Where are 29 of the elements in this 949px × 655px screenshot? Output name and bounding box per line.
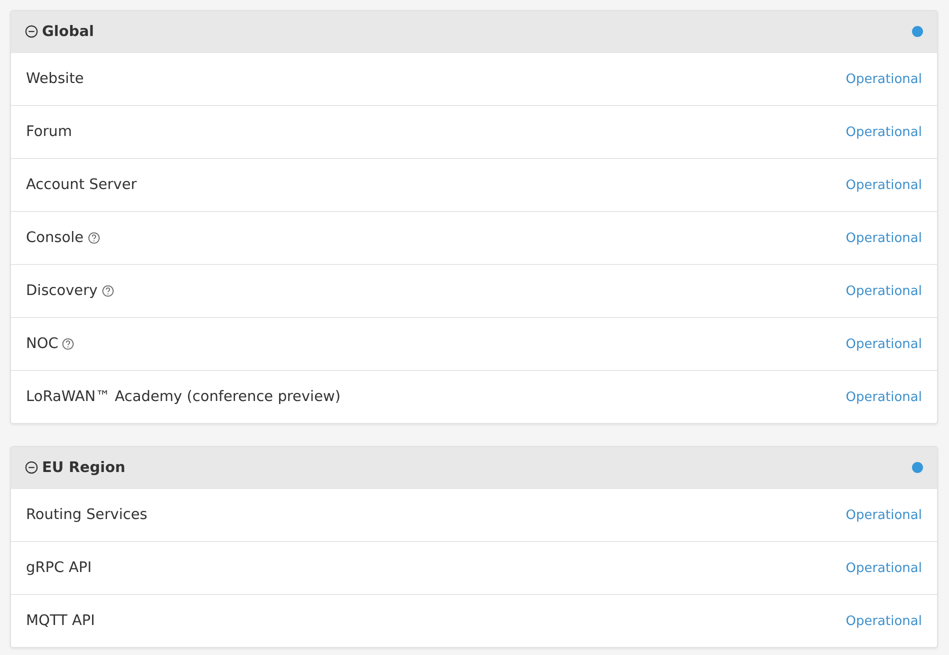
status-label: Operational bbox=[846, 560, 922, 576]
status-label: Operational bbox=[846, 284, 922, 298]
status-label: Operational bbox=[846, 124, 922, 140]
panel-header[interactable]: EU Region bbox=[11, 447, 937, 488]
status-label: Operational bbox=[846, 336, 922, 352]
component-name: Routing Services bbox=[26, 507, 148, 523]
status-label: Operational bbox=[846, 178, 922, 192]
help-icon[interactable] bbox=[62, 338, 74, 350]
status-label: Operational bbox=[846, 230, 922, 246]
collapse-icon[interactable] bbox=[25, 25, 38, 38]
component-name: MQTT API bbox=[26, 613, 95, 629]
status-label: Operational bbox=[846, 508, 922, 522]
group-title: Global bbox=[42, 24, 95, 40]
status-label: Operational bbox=[846, 72, 922, 86]
component-name: Forum bbox=[26, 124, 72, 140]
component-name: Discovery bbox=[26, 283, 98, 299]
status-label: Operational bbox=[846, 390, 922, 404]
component-name: gRPC API bbox=[26, 560, 92, 576]
help-icon[interactable] bbox=[88, 232, 100, 244]
status-label: Operational bbox=[846, 614, 922, 628]
panel-header[interactable]: Global bbox=[11, 11, 937, 52]
help-icon[interactable] bbox=[102, 285, 114, 297]
component-name: NOC bbox=[26, 336, 58, 352]
component-name: Console bbox=[26, 230, 84, 246]
collapse-icon[interactable] bbox=[25, 461, 38, 474]
group-title: EU Region bbox=[42, 460, 126, 476]
component-name: LoRaWAN™ Academy (conference preview) bbox=[26, 389, 341, 405]
component-name: Account Server bbox=[26, 177, 137, 193]
component-name: Website bbox=[26, 71, 84, 87]
